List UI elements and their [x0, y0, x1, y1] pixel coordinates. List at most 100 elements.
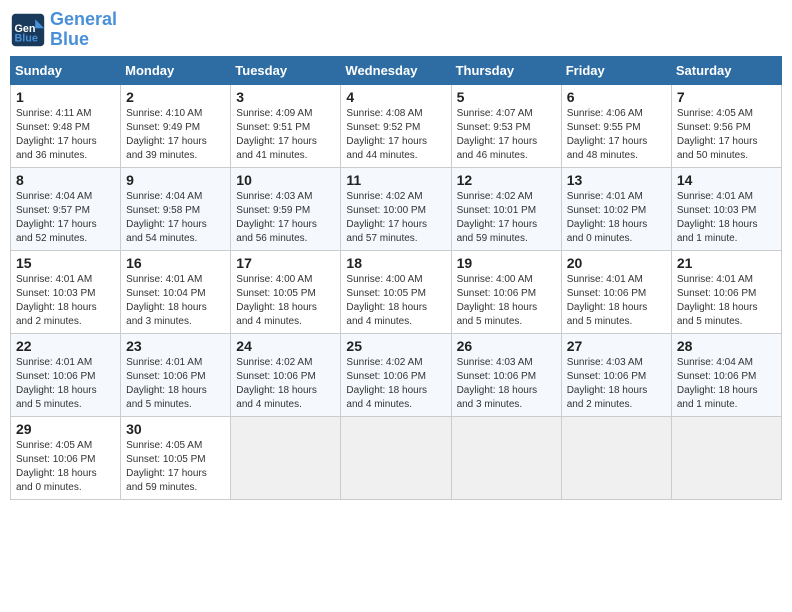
day-number: 16 — [126, 255, 225, 271]
calendar-cell-day-13: 13Sunrise: 4:01 AM Sunset: 10:02 PM Dayl… — [561, 167, 671, 250]
day-number: 10 — [236, 172, 335, 188]
calendar-week-2: 8 Sunrise: 4:04 AM Sunset: 9:57 PM Daylig… — [11, 167, 782, 250]
calendar-week-1: 1 Sunrise: 4:11 AM Sunset: 9:48 PM Daylig… — [11, 84, 782, 167]
weekday-header-sunday: Sunday — [11, 56, 121, 84]
calendar-cell-day-28: 28 Sunrise: 4:04 AM Sunset: 10:06 PM Dayl… — [671, 333, 781, 416]
calendar-cell-day-29: 29 Sunrise: 4:05 AM Sunset: 10:06 PM Dayl… — [11, 416, 121, 499]
calendar-week-5: 29 Sunrise: 4:05 AM Sunset: 10:06 PM Dayl… — [11, 416, 782, 499]
day-info: Sunrise: 4:03 AM Sunset: 10:06 PM Daylig… — [567, 356, 666, 412]
calendar-cell-day-27: 27 Sunrise: 4:03 AM Sunset: 10:06 PM Dayl… — [561, 333, 671, 416]
weekday-header-friday: Friday — [561, 56, 671, 84]
calendar-cell-day-24: 24 Sunrise: 4:02 AM Sunset: 10:06 PM Dayl… — [231, 333, 341, 416]
day-number: 19 — [457, 255, 556, 271]
day-number: 28 — [677, 338, 776, 354]
day-info: Sunrise: 4:03 AM Sunset: 9:59 PM Dayligh… — [236, 190, 335, 246]
day-info: Sunrise: 4:01 AM Sunset: 10:03 PM Daylig… — [677, 190, 776, 246]
calendar-cell-empty — [561, 416, 671, 499]
day-info: Sunrise: 4:05 AM Sunset: 9:56 PM Dayligh… — [677, 107, 776, 163]
day-info: Sunrise: 4:05 AM Sunset: 10:06 PM Daylig… — [16, 439, 115, 495]
day-info: Sunrise: 4:04 AM Sunset: 9:58 PM Dayligh… — [126, 190, 225, 246]
calendar-cell-day-1: 1 Sunrise: 4:11 AM Sunset: 9:48 PM Daylig… — [11, 84, 121, 167]
day-number: 24 — [236, 338, 335, 354]
day-number: 8 — [16, 172, 115, 188]
calendar-cell-day-12: 12 Sunrise: 4:02 AM Sunset: 10:01 PM Dayl… — [451, 167, 561, 250]
calendar-cell-day-22: 22Sunrise: 4:01 AM Sunset: 10:06 PM Dayl… — [11, 333, 121, 416]
day-info: Sunrise: 4:06 AM Sunset: 9:55 PM Dayligh… — [567, 107, 666, 163]
calendar-cell-day-21: 21Sunrise: 4:01 AM Sunset: 10:06 PM Dayl… — [671, 250, 781, 333]
day-number: 26 — [457, 338, 556, 354]
day-info: Sunrise: 4:00 AM Sunset: 10:05 PM Daylig… — [346, 273, 445, 329]
calendar-cell-day-15: 15 Sunrise: 4:01 AM Sunset: 10:03 PM Dayl… — [11, 250, 121, 333]
weekday-header-monday: Monday — [121, 56, 231, 84]
day-number: 6 — [567, 89, 666, 105]
logo-icon: Gen Blue — [10, 12, 46, 48]
calendar-cell-day-25: 25 Sunrise: 4:02 AM Sunset: 10:06 PM Dayl… — [341, 333, 451, 416]
day-info: Sunrise: 4:02 AM Sunset: 10:06 PM Daylig… — [236, 356, 335, 412]
calendar-cell-day-5: 5 Sunrise: 4:07 AM Sunset: 9:53 PM Daylig… — [451, 84, 561, 167]
day-number: 1 — [16, 89, 115, 105]
day-number: 14 — [677, 172, 776, 188]
day-number: 15 — [16, 255, 115, 271]
day-number: 4 — [346, 89, 445, 105]
day-number: 23 — [126, 338, 225, 354]
day-info: Sunrise: 4:09 AM Sunset: 9:51 PM Dayligh… — [236, 107, 335, 163]
day-number: 2 — [126, 89, 225, 105]
day-number: 30 — [126, 421, 225, 437]
day-info: Sunrise: 4:01 AM Sunset: 10:06 PM Daylig… — [567, 273, 666, 329]
calendar-cell-day-19: 19 Sunrise: 4:00 AM Sunset: 10:06 PM Dayl… — [451, 250, 561, 333]
calendar-cell-day-10: 10 Sunrise: 4:03 AM Sunset: 9:59 PM Dayli… — [231, 167, 341, 250]
day-number: 5 — [457, 89, 556, 105]
day-number: 13 — [567, 172, 666, 188]
day-info: Sunrise: 4:11 AM Sunset: 9:48 PM Dayligh… — [16, 107, 115, 163]
day-info: Sunrise: 4:00 AM Sunset: 10:06 PM Daylig… — [457, 273, 556, 329]
day-number: 22 — [16, 338, 115, 354]
day-number: 27 — [567, 338, 666, 354]
day-info: Sunrise: 4:05 AM Sunset: 10:05 PM Daylig… — [126, 439, 225, 495]
calendar-cell-empty — [671, 416, 781, 499]
calendar-cell-day-11: 11 Sunrise: 4:02 AM Sunset: 10:00 PM Dayl… — [341, 167, 451, 250]
weekday-header-saturday: Saturday — [671, 56, 781, 84]
day-info: Sunrise: 4:01 AM Sunset: 10:03 PM Daylig… — [16, 273, 115, 329]
calendar-cell-day-8: 8 Sunrise: 4:04 AM Sunset: 9:57 PM Daylig… — [11, 167, 121, 250]
day-number: 25 — [346, 338, 445, 354]
calendar-cell-day-9: 9 Sunrise: 4:04 AM Sunset: 9:58 PM Daylig… — [121, 167, 231, 250]
logo: Gen Blue GeneralBlue — [10, 10, 117, 50]
day-info: Sunrise: 4:07 AM Sunset: 9:53 PM Dayligh… — [457, 107, 556, 163]
day-number: 20 — [567, 255, 666, 271]
logo-text: GeneralBlue — [50, 10, 117, 50]
day-info: Sunrise: 4:01 AM Sunset: 10:04 PM Daylig… — [126, 273, 225, 329]
day-info: Sunrise: 4:04 AM Sunset: 9:57 PM Dayligh… — [16, 190, 115, 246]
calendar-cell-day-20: 20 Sunrise: 4:01 AM Sunset: 10:06 PM Dayl… — [561, 250, 671, 333]
day-info: Sunrise: 4:04 AM Sunset: 10:06 PM Daylig… — [677, 356, 776, 412]
weekday-header-wednesday: Wednesday — [341, 56, 451, 84]
day-info: Sunrise: 4:00 AM Sunset: 10:05 PM Daylig… — [236, 273, 335, 329]
calendar-table: SundayMondayTuesdayWednesdayThursdayFrid… — [10, 56, 782, 500]
day-info: Sunrise: 4:03 AM Sunset: 10:06 PM Daylig… — [457, 356, 556, 412]
calendar-week-4: 22Sunrise: 4:01 AM Sunset: 10:06 PM Dayl… — [11, 333, 782, 416]
day-number: 12 — [457, 172, 556, 188]
day-number: 9 — [126, 172, 225, 188]
day-number: 7 — [677, 89, 776, 105]
calendar-cell-day-4: 4Sunrise: 4:08 AM Sunset: 9:52 PM Daylig… — [341, 84, 451, 167]
day-info: Sunrise: 4:02 AM Sunset: 10:01 PM Daylig… — [457, 190, 556, 246]
weekday-header-thursday: Thursday — [451, 56, 561, 84]
day-number: 11 — [346, 172, 445, 188]
calendar-cell-day-3: 3Sunrise: 4:09 AM Sunset: 9:51 PM Daylig… — [231, 84, 341, 167]
calendar-cell-day-26: 26 Sunrise: 4:03 AM Sunset: 10:06 PM Dayl… — [451, 333, 561, 416]
calendar-cell-day-7: 7 Sunrise: 4:05 AM Sunset: 9:56 PM Daylig… — [671, 84, 781, 167]
day-info: Sunrise: 4:02 AM Sunset: 10:00 PM Daylig… — [346, 190, 445, 246]
calendar-cell-day-30: 30 Sunrise: 4:05 AM Sunset: 10:05 PM Dayl… — [121, 416, 231, 499]
calendar-cell-day-14: 14 Sunrise: 4:01 AM Sunset: 10:03 PM Dayl… — [671, 167, 781, 250]
calendar-cell-day-6: 6 Sunrise: 4:06 AM Sunset: 9:55 PM Daylig… — [561, 84, 671, 167]
day-number: 29 — [16, 421, 115, 437]
calendar-cell-day-23: 23Sunrise: 4:01 AM Sunset: 10:06 PM Dayl… — [121, 333, 231, 416]
day-number: 18 — [346, 255, 445, 271]
day-number: 17 — [236, 255, 335, 271]
calendar-cell-day-17: 17 Sunrise: 4:00 AM Sunset: 10:05 PM Dayl… — [231, 250, 341, 333]
calendar-cell-empty — [451, 416, 561, 499]
day-info: Sunrise: 4:02 AM Sunset: 10:06 PM Daylig… — [346, 356, 445, 412]
weekday-header-tuesday: Tuesday — [231, 56, 341, 84]
calendar-cell-day-16: 16 Sunrise: 4:01 AM Sunset: 10:04 PM Dayl… — [121, 250, 231, 333]
day-info: Sunrise: 4:10 AM Sunset: 9:49 PM Dayligh… — [126, 107, 225, 163]
calendar-week-3: 15 Sunrise: 4:01 AM Sunset: 10:03 PM Dayl… — [11, 250, 782, 333]
